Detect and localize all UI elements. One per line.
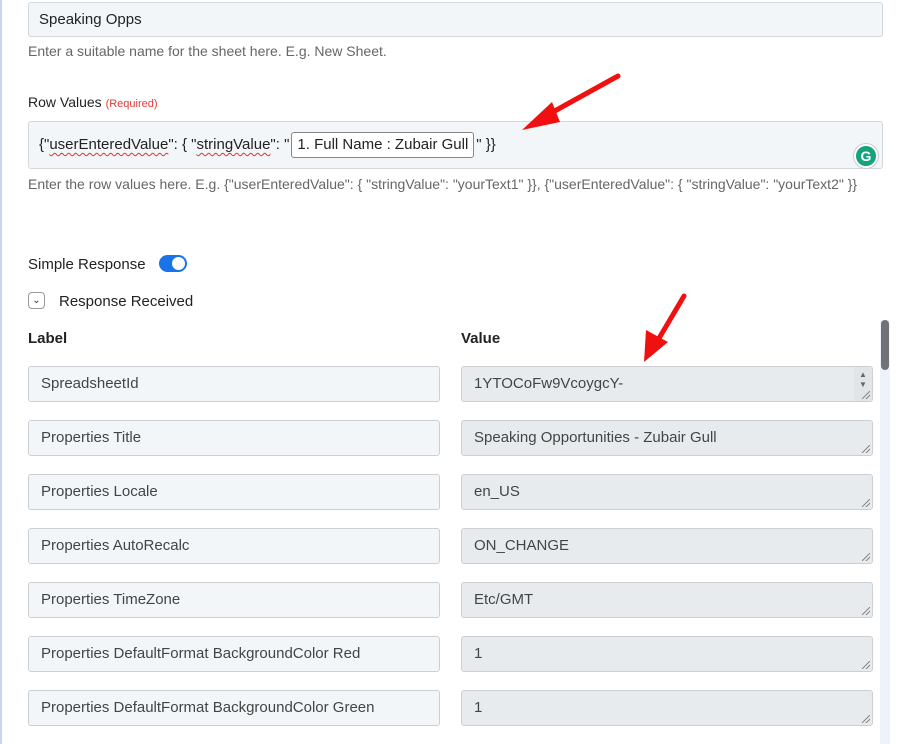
- grammarly-icon[interactable]: G: [854, 144, 878, 168]
- resize-handle-icon[interactable]: [862, 445, 870, 453]
- scrollbar-track[interactable]: [880, 320, 890, 744]
- row-value-field[interactable]: en_US: [461, 474, 873, 510]
- row-label-field: Properties AutoRecalc: [28, 528, 440, 564]
- annotation-arrow-icon: [522, 73, 621, 130]
- resize-handle-icon[interactable]: [862, 499, 870, 507]
- row-label-field: Properties DefaultFormat BackgroundColor…: [28, 636, 440, 672]
- resize-handle-icon[interactable]: [862, 391, 870, 399]
- row-value-field[interactable]: 1: [461, 636, 873, 672]
- row-value-field[interactable]: Etc/GMT: [461, 582, 873, 618]
- row-values-label: Row Values (Required): [28, 94, 158, 110]
- row-value-field[interactable]: 1: [461, 690, 873, 726]
- sheet-name-help: Enter a suitable name for the sheet here…: [28, 43, 387, 59]
- simple-response-label: Simple Response: [28, 256, 146, 273]
- row-value-field[interactable]: ON_CHANGE: [461, 528, 873, 564]
- simple-response-toggle[interactable]: [159, 255, 187, 272]
- row-value-field[interactable]: 1YTOCoFw9VcoygcY- ▲ ▼: [461, 366, 873, 402]
- row-label-field: Properties Title: [28, 420, 440, 456]
- chevron-down-icon[interactable]: ⌄: [28, 292, 45, 309]
- row-values-input[interactable]: {"userEnteredValue": { "stringValue": " 1…: [28, 121, 883, 169]
- annotation-arrow-icon: [644, 293, 687, 362]
- resize-handle-icon[interactable]: [862, 607, 870, 615]
- row-label-field: Properties Locale: [28, 474, 440, 510]
- response-received-label: Response Received: [59, 293, 194, 310]
- required-badge: (Required): [105, 98, 158, 110]
- sheet-name-input[interactable]: Speaking Opps: [28, 2, 883, 37]
- row-label-field: Properties DefaultFormat BackgroundColor…: [28, 690, 440, 726]
- row-label-field: SpreadsheetId: [28, 366, 440, 402]
- scrollbar-thumb[interactable]: [881, 320, 889, 370]
- value-column-header: Value: [461, 330, 501, 347]
- resize-handle-icon[interactable]: [862, 661, 870, 669]
- field-token[interactable]: 1. Full Name : Zubair Gull: [291, 132, 475, 158]
- resize-handle-icon[interactable]: [862, 553, 870, 561]
- row-values-help: Enter the row values here. E.g. {"userEn…: [28, 176, 858, 192]
- label-column-header: Label: [28, 330, 68, 347]
- row-value-field[interactable]: Speaking Opportunities - Zubair Gull: [461, 420, 873, 456]
- resize-handle-icon[interactable]: [862, 715, 870, 723]
- row-label-field: Properties TimeZone: [28, 582, 440, 618]
